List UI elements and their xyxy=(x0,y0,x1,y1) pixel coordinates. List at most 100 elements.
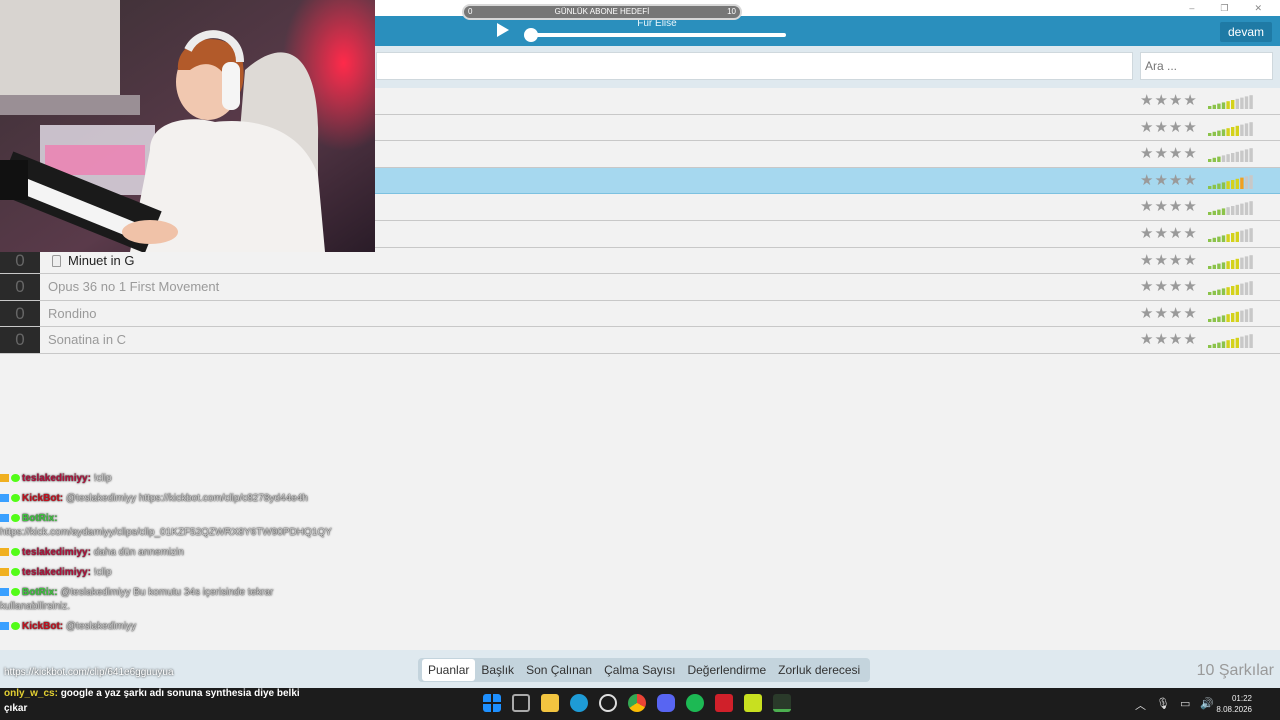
app-red-icon[interactable] xyxy=(715,694,733,712)
difficulty-bar xyxy=(1212,264,1216,269)
search-input[interactable] xyxy=(1140,52,1273,80)
synthesia-icon[interactable] xyxy=(773,694,791,712)
network-icon[interactable]: ▭ xyxy=(1180,697,1190,713)
difficulty-bar xyxy=(1212,157,1216,163)
difficulty-bar xyxy=(1235,231,1239,242)
kick-badge-icon xyxy=(11,622,20,630)
sort-tab[interactable]: Çalma Sayısı xyxy=(598,659,681,681)
microphone-icon[interactable]: 🎙 xyxy=(1156,697,1170,713)
song-score: 0 xyxy=(0,300,40,327)
difficulty-bar xyxy=(1231,312,1235,322)
chat-username: KickBot: xyxy=(22,493,64,504)
chat-clip-link: https://kickbot.com/clip/641e6gguuyua xyxy=(4,667,174,678)
minimize-button[interactable]: – xyxy=(1189,3,1194,13)
chevron-up-icon[interactable]: ︿ xyxy=(1135,697,1146,713)
difficulty-bar xyxy=(1212,184,1216,189)
difficulty-bar xyxy=(1212,211,1216,216)
difficulty-bar xyxy=(1212,344,1216,349)
difficulty-bar xyxy=(1217,209,1221,216)
difficulty-bar xyxy=(1231,153,1235,163)
difficulty-bar xyxy=(1226,101,1230,109)
difficulty-bar xyxy=(1244,202,1249,216)
difficulty-bars-icon xyxy=(1208,254,1253,269)
maximize-button[interactable]: ❐ xyxy=(1220,3,1228,14)
windows-start-icon[interactable] xyxy=(483,694,501,712)
rating-stars[interactable]: ★★★★ xyxy=(1140,115,1198,141)
difficulty-bar xyxy=(1249,121,1253,136)
live-app-icon[interactable] xyxy=(744,694,762,712)
song-row[interactable]: 0 Rondino ★★★★ xyxy=(0,300,1280,328)
difficulty-bar xyxy=(1231,179,1235,189)
discord-icon[interactable] xyxy=(657,694,675,712)
filter-box[interactable] xyxy=(376,52,1133,80)
sort-tab[interactable]: Başlık xyxy=(475,659,520,681)
chat-text: @teslakedimiyy https://kickbot.com/clip/… xyxy=(63,493,308,504)
difficulty-bar xyxy=(1217,263,1221,269)
rating-stars[interactable]: ★★★★ xyxy=(1140,141,1198,167)
edge-icon[interactable] xyxy=(570,694,588,712)
system-tray: ︿ 🎙 ▭ 🔊 xyxy=(1135,697,1214,713)
difficulty-bar xyxy=(1235,98,1239,109)
difficulty-bar xyxy=(1221,235,1226,242)
chat-badge-icon xyxy=(0,568,9,576)
play-icon[interactable] xyxy=(497,23,509,37)
difficulty-bar xyxy=(1226,180,1230,189)
difficulty-bar xyxy=(1231,100,1235,109)
sort-tab[interactable]: Son Çalınan xyxy=(520,659,598,681)
difficulty-bar xyxy=(1244,122,1249,136)
chat-text: @teslakedimiyy xyxy=(63,621,137,632)
rating-stars[interactable]: ★★★★ xyxy=(1140,248,1198,274)
chat-username: BotRix: xyxy=(22,513,58,524)
rating-stars[interactable]: ★★★★ xyxy=(1140,88,1198,114)
difficulty-bar xyxy=(1212,104,1216,109)
difficulty-bar xyxy=(1240,177,1244,189)
difficulty-bar xyxy=(1221,155,1226,163)
difficulty-bar xyxy=(1217,103,1221,109)
rating-stars[interactable]: ★★★★ xyxy=(1140,274,1198,300)
continue-button[interactable]: devam xyxy=(1220,22,1272,42)
rating-stars[interactable]: ★★★★ xyxy=(1140,327,1198,353)
difficulty-bar xyxy=(1249,174,1253,189)
progress-track[interactable] xyxy=(531,33,786,37)
difficulty-bar xyxy=(1208,345,1212,349)
rating-stars[interactable]: ★★★★ xyxy=(1140,301,1198,327)
difficulty-bar xyxy=(1208,265,1212,269)
song-row[interactable]: 0 Opus 36 no 1 First Movement ★★★★ xyxy=(0,274,1280,301)
difficulty-bar xyxy=(1217,130,1221,136)
difficulty-bar xyxy=(1212,290,1216,296)
sort-tab[interactable]: Değerlendirme xyxy=(681,659,772,681)
chat-message: BotRix: https://kick.com/aydamiyy/clips/… xyxy=(0,512,332,540)
difficulty-bar xyxy=(1244,229,1249,242)
chat-message: teslakedimiyy: !clip xyxy=(0,472,330,486)
rating-stars[interactable]: ★★★★ xyxy=(1140,168,1198,194)
spotify-icon[interactable] xyxy=(686,694,704,712)
difficulty-bar xyxy=(1226,127,1230,136)
difficulty-bar xyxy=(1221,102,1226,109)
sort-tab[interactable]: Zorluk derecesi xyxy=(772,659,866,681)
difficulty-bar xyxy=(1240,124,1244,136)
close-button[interactable]: ✕ xyxy=(1254,3,1262,14)
rating-stars[interactable]: ★★★★ xyxy=(1140,194,1198,220)
progress-handle[interactable] xyxy=(524,28,538,42)
difficulty-bar xyxy=(1217,342,1221,349)
clock-date: 8.08.2026 xyxy=(1216,705,1252,714)
chat-badge-icon xyxy=(0,514,9,522)
file-explorer-icon[interactable] xyxy=(541,694,559,712)
difficulty-bar xyxy=(1244,96,1249,109)
difficulty-bar xyxy=(1240,257,1244,269)
sort-tab[interactable]: Puanlar xyxy=(422,659,476,681)
task-view-icon[interactable] xyxy=(512,694,530,712)
rating-stars[interactable]: ★★★★ xyxy=(1140,221,1198,247)
difficulty-bar xyxy=(1226,287,1230,296)
difficulty-bar xyxy=(1217,156,1221,163)
webcam-image xyxy=(0,0,375,252)
obs-icon[interactable] xyxy=(599,694,617,712)
difficulty-bar xyxy=(1240,97,1244,109)
song-count: 10 Şarkılar xyxy=(1196,662,1274,679)
chrome-icon[interactable] xyxy=(628,694,646,712)
difficulty-bar xyxy=(1217,183,1221,189)
system-clock[interactable]: 01:22 8.08.2026 xyxy=(1212,693,1252,715)
song-row[interactable]: 0 Sonatina in C ★★★★ xyxy=(0,327,1280,354)
song-score: 0 xyxy=(0,327,40,353)
difficulty-bars-icon xyxy=(1208,334,1253,349)
